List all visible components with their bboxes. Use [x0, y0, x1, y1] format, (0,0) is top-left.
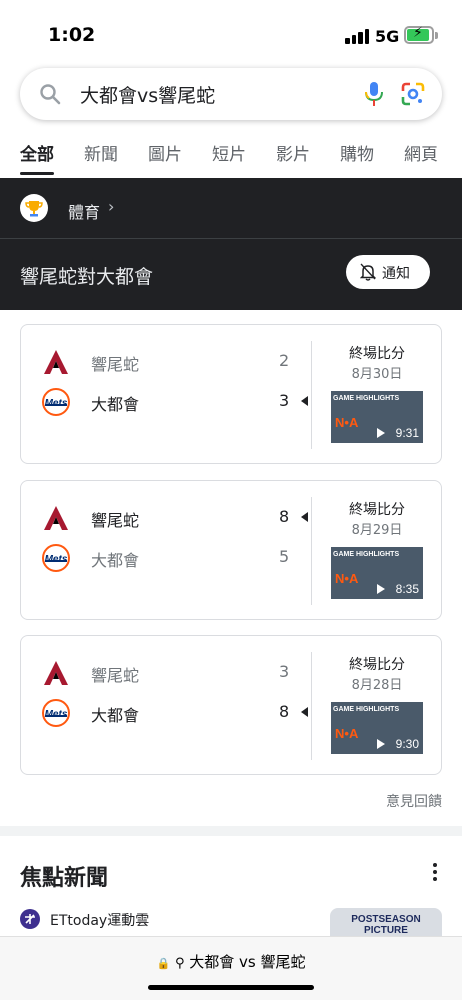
highlights-video-thumbnail[interactable]: GAME HIGHLIGHTS N•A 9:31	[331, 391, 423, 443]
chevron-right-icon: ›	[108, 197, 115, 216]
card-divider	[311, 341, 312, 449]
tab-shorts[interactable]: 短片	[212, 140, 246, 165]
team-score: 3	[279, 662, 290, 681]
team-name: 大都會	[91, 706, 140, 725]
svg-text:Mets: Mets	[45, 398, 68, 409]
mets-logo-icon: Mets	[41, 698, 71, 728]
winner-arrow-icon	[301, 512, 308, 522]
team-score: 3	[279, 391, 290, 410]
team-name: 大都會	[91, 395, 140, 414]
google-lens-icon[interactable]	[400, 81, 426, 107]
tab-images[interactable]: 圖片	[148, 140, 182, 165]
team-score: 2	[279, 351, 290, 370]
tab-news[interactable]: 新聞	[84, 140, 118, 165]
diamondbacks-logo-icon	[41, 503, 71, 533]
top-news-heading: 焦點新聞	[20, 866, 109, 891]
section-separator	[0, 826, 462, 836]
game-date: 8月28日	[351, 678, 403, 693]
video-overlay-text: GAME HIGHLIGHTS	[333, 395, 400, 402]
news-source-logo	[20, 909, 40, 929]
team-score: 5	[279, 547, 290, 566]
tab-shopping[interactable]: 購物	[340, 140, 374, 165]
team-name: 響尾蛇	[91, 666, 140, 685]
team-matchup-mark: N•A	[335, 571, 359, 586]
trophy-icon	[20, 194, 48, 222]
diamondbacks-logo-icon	[41, 347, 71, 377]
search-icon	[40, 84, 61, 105]
video-duration: 9:31	[395, 426, 419, 440]
team-matchup-mark: N•A	[335, 726, 359, 741]
play-icon	[377, 584, 385, 594]
game-date: 8月30日	[351, 367, 403, 382]
play-icon	[377, 428, 385, 438]
address-bar[interactable]: 🔒 ⚲ 大都會 vs 響尾蛇	[0, 951, 462, 972]
winner-arrow-icon	[301, 396, 308, 406]
sports-panel-header: 體育 › 響尾蛇對大都會 通知	[0, 178, 462, 310]
team-name: 響尾蛇	[91, 511, 140, 530]
video-overlay-text: GAME HIGHLIGHTS	[333, 706, 400, 713]
tab-videos[interactable]: 影片	[276, 140, 310, 165]
news-source-name[interactable]: ETtoday運動雲	[50, 910, 149, 930]
video-duration: 9:30	[395, 737, 419, 751]
battery-icon: ⚡	[404, 25, 434, 44]
cellular-signal-icon	[345, 28, 371, 44]
game-card[interactable]: 響尾蛇 3 Mets 大都會 8 終場比分 8月28日 GAME HIGHLIGHTS N•A 9…	[20, 635, 442, 775]
highlights-video-thumbnail[interactable]: GAME HIGHLIGHTS N•A 9:30	[331, 702, 423, 754]
battery-cap	[435, 32, 438, 39]
tab-all[interactable]: 全部	[20, 140, 54, 165]
search-input[interactable]: 大都會vs響尾蛇	[80, 81, 215, 108]
winner-arrow-icon	[301, 707, 308, 717]
card-divider	[311, 497, 312, 605]
lock-icon: 🔒	[156, 957, 171, 970]
team-name: 響尾蛇	[91, 355, 140, 374]
team-name: 大都會	[91, 551, 140, 570]
mets-logo-icon: Mets	[41, 387, 71, 417]
game-status: 終場比分	[349, 657, 405, 673]
highlights-video-thumbnail[interactable]: GAME HIGHLIGHTS N•A 8:35	[331, 547, 423, 599]
address-text: 大都會 vs 響尾蛇	[189, 953, 306, 971]
game-card[interactable]: 響尾蛇 2 Mets 大都會 3 終場比分 8月30日 GAME HIGHLIGHTS N•A 9…	[20, 324, 442, 464]
active-tab-indicator	[20, 172, 54, 175]
status-time: 1:02	[48, 24, 96, 46]
game-date: 8月29日	[351, 523, 403, 538]
notify-button[interactable]: 通知	[346, 255, 430, 289]
video-overlay-text: GAME HIGHLIGHTS	[333, 551, 400, 558]
game-status: 終場比分	[349, 502, 405, 518]
feedback-link[interactable]: 意見回饋	[386, 791, 442, 811]
svg-text:Mets: Mets	[45, 709, 68, 720]
notify-label: 通知	[382, 266, 410, 282]
game-card[interactable]: 響尾蛇 8 Mets 大都會 5 終場比分 8月29日 GAME HIGHLIGHTS N•A 8…	[20, 480, 442, 620]
video-duration: 8:35	[395, 582, 419, 596]
panel-divider	[0, 238, 462, 239]
browser-bottom-bar: 🔒 ⚲ 大都會 vs 響尾蛇	[0, 936, 462, 1000]
mets-logo-icon: Mets	[41, 543, 71, 573]
play-icon	[377, 739, 385, 749]
tab-web[interactable]: 網頁	[404, 140, 438, 165]
address-search-icon: ⚲	[174, 956, 185, 971]
team-score: 8	[279, 507, 290, 526]
status-bar: 1:02 5G ⚡	[0, 0, 462, 70]
news-thumbnail-text: POSTSEASON PICTURE	[351, 914, 421, 936]
home-indicator[interactable]	[148, 985, 314, 990]
microphone-icon[interactable]	[362, 80, 386, 108]
sport-category-link[interactable]: 體育	[68, 199, 100, 223]
team-matchup-mark: N•A	[335, 415, 359, 430]
team-score: 8	[279, 702, 290, 721]
svg-text:Mets: Mets	[45, 554, 68, 565]
network-type: 5G	[375, 27, 400, 46]
search-box[interactable]: 大都會vs響尾蛇	[20, 68, 442, 120]
matchup-title: 響尾蛇對大都會	[20, 266, 154, 288]
more-options-icon[interactable]	[432, 862, 438, 882]
card-divider	[311, 652, 312, 760]
game-status: 終場比分	[349, 346, 405, 362]
bell-add-icon	[360, 263, 376, 281]
search-tabs: 全部 新聞 圖片 短片 影片 購物 網頁	[0, 140, 462, 180]
diamondbacks-logo-icon	[41, 658, 71, 688]
